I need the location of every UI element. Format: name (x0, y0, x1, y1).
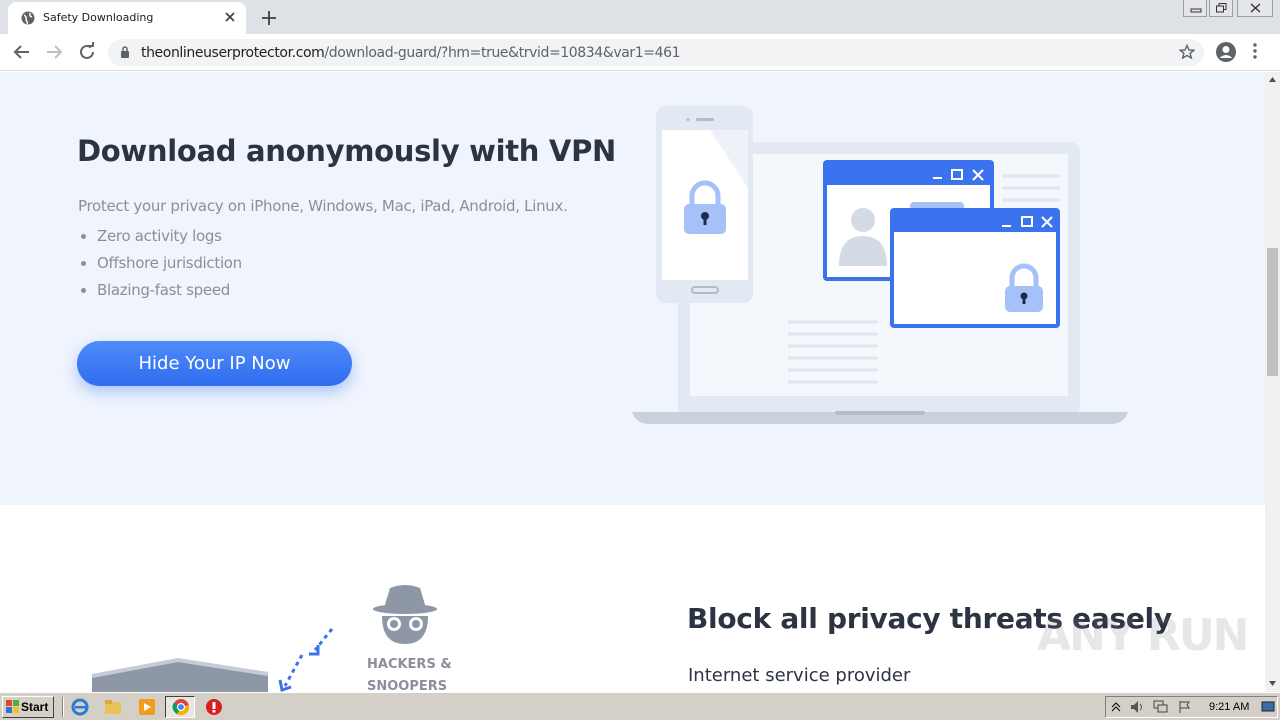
close-icon (1250, 3, 1261, 13)
hackers-label: HACKERS & SNOOPERS (367, 654, 467, 692)
feature-label: Offshore jurisdiction (97, 254, 242, 272)
page-viewport: Download anonymously with VPN Protect yo… (0, 72, 1265, 692)
url-path: /download-guard/?hm=true&trvid=10834&var… (324, 45, 681, 61)
vertical-scrollbar[interactable] (1265, 72, 1280, 692)
start-button[interactable]: Start (2, 696, 54, 718)
restore-icon (1216, 3, 1227, 13)
restore-button[interactable] (1209, 0, 1233, 17)
show-desktop-icon[interactable] (1261, 701, 1275, 713)
start-label: Start (21, 700, 49, 714)
internet-explorer-icon[interactable] (71, 698, 89, 716)
scroll-down-icon[interactable] (1268, 679, 1277, 688)
bullet-icon (81, 234, 86, 239)
feature-item: Offshore jurisdiction (78, 254, 242, 281)
stop-icon[interactable] (205, 698, 223, 716)
bullet-icon (81, 261, 86, 266)
threat-item: Internet service provider (688, 665, 911, 686)
scrollbar-thumb[interactable] (1267, 248, 1278, 376)
hero-subtitle: Protect your privacy on iPhone, Windows,… (78, 197, 568, 215)
address-bar[interactable]: theonlineuserprotector.com/download-guar… (108, 39, 1204, 66)
feature-label: Zero activity logs (97, 227, 222, 245)
browser-toolbar: theonlineuserprotector.com/download-guar… (0, 34, 1280, 71)
lock-icon (121, 46, 129, 58)
tab-strip: Safety Downloading (0, 0, 1280, 34)
windows-taskbar: Start 9:21 AM (0, 692, 1280, 720)
media-player-icon[interactable] (138, 698, 156, 716)
network-icon[interactable] (1153, 700, 1169, 714)
spy-hacker-icon (373, 585, 437, 644)
back-icon[interactable] (11, 41, 33, 63)
minimize-button[interactable] (1183, 0, 1207, 17)
anyrun-watermark: ANY RUN (1037, 610, 1249, 661)
hero-section: Download anonymously with VPN Protect yo… (0, 72, 1265, 505)
show-hidden-icons-icon[interactable] (1111, 701, 1121, 713)
volume-icon[interactable] (1130, 700, 1146, 714)
threat-arrows-icon (278, 628, 334, 692)
hackers-label-line: SNOOPERS (367, 679, 448, 692)
globe-icon (21, 11, 35, 25)
folder-icon[interactable] (104, 698, 122, 716)
browser-tab[interactable]: Safety Downloading (8, 2, 246, 34)
action-center-flag-icon[interactable] (1178, 700, 1192, 714)
tab-title: Safety Downloading (43, 11, 154, 24)
system-tray: 9:21 AM (1105, 696, 1278, 718)
close-tab-icon[interactable] (221, 8, 239, 26)
minimize-icon (1190, 8, 1202, 13)
shield-box-graphic (91, 657, 269, 692)
url-host: theonlineuserprotector.com (141, 45, 325, 61)
feature-list: Zero activity logs Offshore jurisdiction… (78, 227, 242, 308)
chrome-icon (172, 699, 190, 716)
more-menu-icon[interactable] (1252, 42, 1258, 60)
chrome-taskbar-button[interactable] (165, 696, 195, 718)
bookmark-star-icon[interactable] (1179, 44, 1195, 60)
new-tab-icon[interactable] (259, 8, 279, 28)
hide-ip-button[interactable]: Hide Your IP Now (77, 341, 352, 386)
feature-item: Blazing-fast speed (78, 281, 242, 308)
vpn-illustration (632, 106, 1128, 424)
feature-label: Blazing-fast speed (97, 281, 230, 299)
taskbar-separator (62, 697, 64, 717)
close-window-button[interactable] (1237, 0, 1273, 17)
scroll-up-icon[interactable] (1268, 75, 1277, 84)
bullet-icon (81, 288, 86, 293)
url-text: theonlineuserprotector.com/download-guar… (141, 45, 681, 61)
windows-logo-icon (6, 700, 19, 713)
hackers-label-line: HACKERS & (367, 657, 452, 672)
profile-avatar-icon[interactable] (1215, 41, 1237, 63)
forward-icon[interactable] (43, 41, 65, 63)
feature-item: Zero activity logs (78, 227, 242, 254)
system-clock[interactable]: 9:21 AM (1209, 701, 1249, 713)
hero-title: Download anonymously with VPN (77, 134, 617, 168)
reload-icon[interactable] (76, 41, 98, 63)
